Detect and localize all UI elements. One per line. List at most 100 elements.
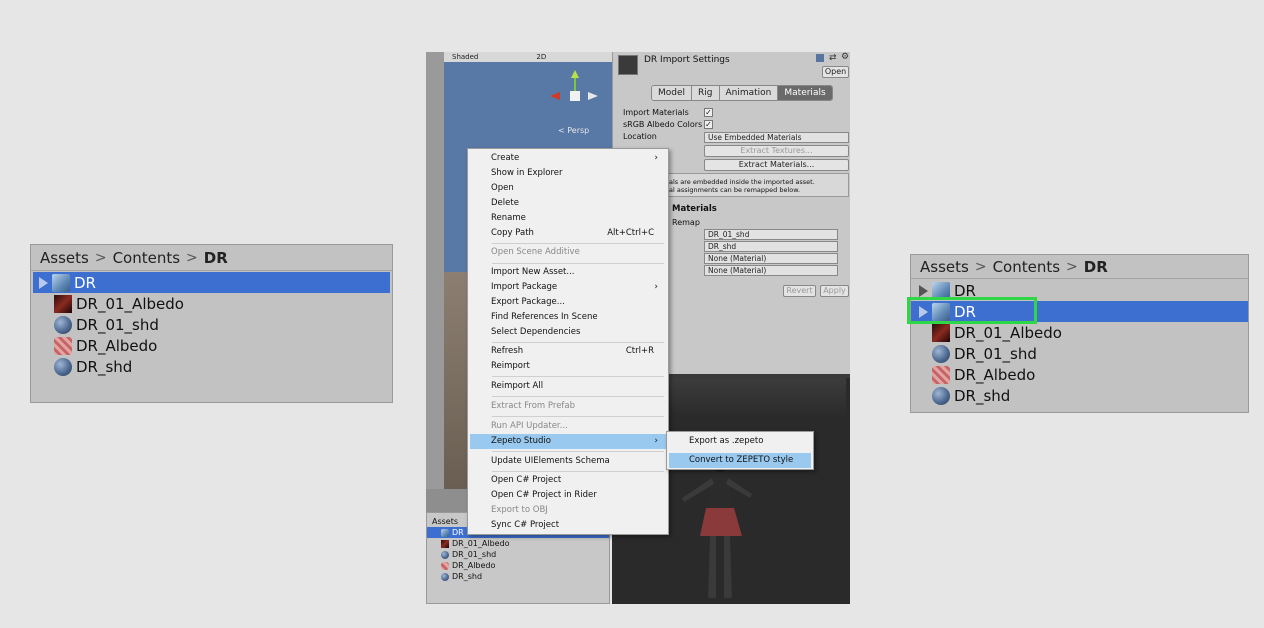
remap-field[interactable]: None (Material): [704, 265, 838, 276]
menu-item-convert-to-zepeto-style[interactable]: Convert to ZEPETO style: [669, 453, 811, 468]
material-sphere-icon: [932, 386, 950, 405]
menu-item-create[interactable]: Create ›: [470, 151, 666, 166]
settings-icon[interactable]: ⇄: [829, 53, 837, 63]
albedo-texture-icon: [932, 365, 950, 384]
menu-item-export-package[interactable]: Export Package...: [470, 295, 666, 310]
breadcrumb-contents[interactable]: Contents: [993, 258, 1060, 276]
gear-icon[interactable]: ⚙: [841, 52, 849, 62]
help-icon[interactable]: [816, 54, 824, 62]
mode-2d-toggle[interactable]: 2D: [536, 53, 546, 61]
menu-item-label: Run API Updater...: [491, 421, 568, 431]
menu-item-label: Open Scene Additive: [491, 247, 580, 257]
menu-item-open-scene-additive[interactable]: Open Scene Additive: [470, 245, 666, 260]
persp-label[interactable]: < Persp: [558, 126, 589, 135]
srgb-checkbox[interactable]: ✓: [704, 120, 713, 129]
list-item[interactable]: DR_Albedo: [427, 560, 609, 571]
menu-item-export-as-zepeto[interactable]: Export as .zepeto: [669, 434, 811, 449]
menu-item-refresh[interactable]: Refresh Ctrl+R: [470, 344, 666, 359]
menu-item-shortcut: Alt+Ctrl+C: [607, 228, 654, 238]
menu-item-reimport[interactable]: Reimport: [470, 359, 666, 374]
scene-gizmo-icon[interactable]: [546, 66, 606, 126]
breadcrumb-dr[interactable]: DR: [204, 249, 228, 267]
menu-separator: [492, 416, 664, 417]
expand-arrow-icon[interactable]: [39, 276, 48, 289]
material-sphere-icon: [441, 550, 449, 559]
apply-button[interactable]: Apply: [820, 285, 849, 297]
breadcrumb-assets[interactable]: Assets: [40, 249, 89, 267]
open-button[interactable]: Open: [822, 66, 849, 78]
breadcrumb-assets[interactable]: Assets: [920, 258, 969, 276]
menu-item-label: Import Package: [491, 282, 558, 292]
list-item-dr-01-shd[interactable]: DR_01_shd: [31, 314, 392, 335]
chevron-right-icon: >: [186, 249, 198, 266]
list-item-label: DR: [452, 528, 464, 537]
list-item[interactable]: DR_01_shd: [427, 549, 609, 560]
menu-item-open-csharp-project[interactable]: Open C# Project: [470, 473, 666, 488]
menu-item-label: Open C# Project in Rider: [491, 490, 597, 500]
menu-item-label: Import New Asset...: [491, 267, 575, 277]
menu-item-sync-csharp-project[interactable]: Sync C# Project: [470, 518, 666, 533]
extract-textures-button[interactable]: Extract Textures...: [704, 145, 849, 157]
menu-item-select-dependencies[interactable]: Select Dependencies: [470, 325, 666, 340]
menu-item-find-references[interactable]: Find References In Scene: [470, 310, 666, 325]
menu-item-import-new-asset[interactable]: Import New Asset...: [470, 265, 666, 280]
list-item[interactable]: DR_01_Albedo: [427, 538, 609, 549]
srgb-label: sRGB Albedo Colors: [623, 120, 703, 129]
menu-item-label: Create: [491, 153, 520, 163]
menu-item-delete[interactable]: Delete: [470, 196, 666, 211]
menu-item-shortcut: Ctrl+R: [625, 346, 654, 356]
breadcrumb-dr[interactable]: DR: [1084, 258, 1108, 276]
info-text-line2: al assignments can be remapped below.: [669, 186, 801, 194]
material-sphere-icon: [54, 315, 72, 334]
prefab-cube-icon: [52, 273, 70, 292]
menu-item-label: Show in Explorer: [491, 168, 563, 178]
tab-animation[interactable]: Animation: [719, 86, 779, 100]
prefab-cube-icon: [441, 528, 449, 537]
list-item-dr-albedo[interactable]: DR_Albedo: [911, 364, 1248, 385]
list-item-label: DR_01_shd: [76, 315, 159, 334]
remap-field[interactable]: DR_shd: [704, 241, 838, 252]
extract-materials-button[interactable]: Extract Materials...: [704, 159, 849, 171]
list-item-dr-shd[interactable]: DR_shd: [31, 356, 392, 377]
shading-dropdown[interactable]: Shaded: [452, 53, 478, 61]
list-item-dr-shd[interactable]: DR_shd: [911, 385, 1248, 406]
breadcrumb-contents[interactable]: Contents: [113, 249, 180, 267]
remap-field[interactable]: None (Material): [704, 253, 838, 264]
tab-rig[interactable]: Rig: [692, 86, 720, 100]
menu-item-open-csharp-project-rider[interactable]: Open C# Project in Rider: [470, 488, 666, 503]
menu-item-rename[interactable]: Rename: [470, 211, 666, 226]
menu-item-open[interactable]: Open: [470, 181, 666, 196]
list-item-label: DR_shd: [76, 357, 133, 376]
list-item-dr[interactable]: DR: [33, 272, 390, 293]
chevron-right-icon: >: [1066, 258, 1078, 275]
revert-button[interactable]: Revert: [783, 285, 816, 297]
menu-item-export-to-obj[interactable]: Export to OBJ: [470, 503, 666, 518]
menu-item-label: Export as .zepeto: [689, 436, 764, 446]
list-item-dr-01-albedo[interactable]: DR_01_Albedo: [31, 293, 392, 314]
menu-item-copy-path[interactable]: Copy Path Alt+Ctrl+C: [470, 226, 666, 241]
list-item-label: DR_shd: [452, 572, 483, 581]
list-item-label: DR_shd: [954, 386, 1011, 405]
list-item[interactable]: DR_shd: [427, 571, 609, 582]
location-dropdown[interactable]: Use Embedded Materials: [704, 132, 849, 143]
expand-arrow-icon[interactable]: [919, 284, 928, 297]
menu-item-import-package[interactable]: Import Package ›: [470, 280, 666, 295]
menu-item-reimport-all[interactable]: Reimport All: [470, 379, 666, 394]
import-tabs: Model Rig Animation Materials: [651, 85, 833, 101]
highlight-callout: [907, 297, 1037, 324]
tab-materials[interactable]: Materials: [778, 86, 832, 100]
import-materials-checkbox[interactable]: ✓: [704, 108, 713, 117]
materials-section-title: Materials: [672, 204, 717, 214]
menu-item-extract-from-prefab[interactable]: Extract From Prefab: [470, 399, 666, 414]
list-item-dr-01-albedo[interactable]: DR_01_Albedo: [911, 322, 1248, 343]
asset-thumbnail: [618, 55, 638, 75]
menu-item-show-in-explorer[interactable]: Show in Explorer: [470, 166, 666, 181]
tab-model[interactable]: Model: [652, 86, 693, 100]
menu-item-zepeto-studio[interactable]: Zepeto Studio ›: [470, 434, 666, 449]
menu-item-run-api-updater[interactable]: Run API Updater...: [470, 419, 666, 434]
list-item-dr-01-shd[interactable]: DR_01_shd: [911, 343, 1248, 364]
menu-item-label: Convert to ZEPETO style: [689, 455, 794, 465]
menu-item-update-uielements-schema[interactable]: Update UIElements Schema: [470, 454, 666, 469]
remap-field[interactable]: DR_01_shd: [704, 229, 838, 240]
list-item-dr-albedo[interactable]: DR_Albedo: [31, 335, 392, 356]
